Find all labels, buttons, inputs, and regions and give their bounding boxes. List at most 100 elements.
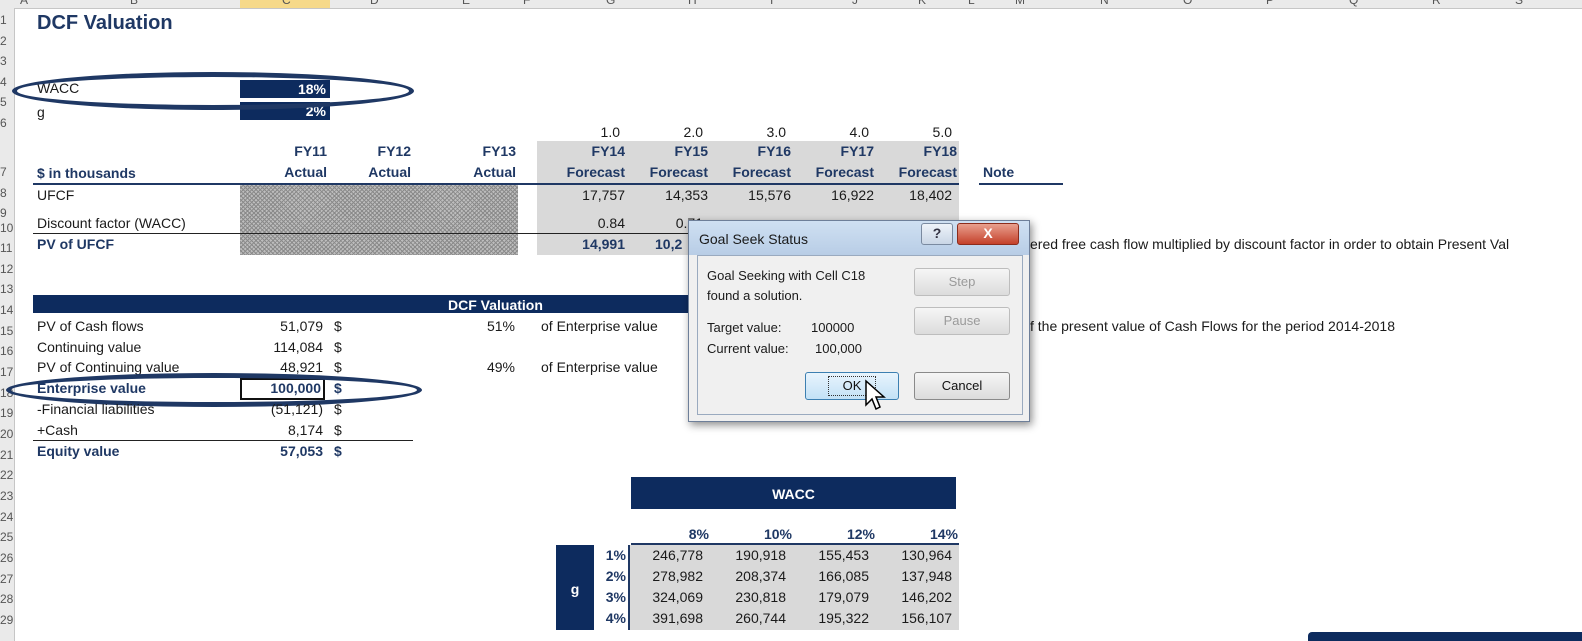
currency-symbol[interactable]: $: [334, 422, 342, 438]
ufcf-cell[interactable]: 18,402: [882, 187, 952, 203]
row-number[interactable]: 25: [0, 530, 13, 544]
type-header[interactable]: Forecast: [550, 164, 625, 180]
sensitivity-cell[interactable]: 130,964: [892, 547, 952, 563]
year-header[interactable]: FY14: [550, 143, 625, 159]
valuation-label[interactable]: +Cash: [37, 422, 78, 438]
valuation-value[interactable]: 114,084: [240, 339, 323, 355]
valuation-pct[interactable]: 49%: [455, 359, 515, 375]
ufcf-cell[interactable]: 17,757: [550, 187, 625, 203]
column-letter[interactable]: M: [1015, 0, 1025, 7]
sensitivity-cell[interactable]: 324,069: [643, 589, 703, 605]
cancel-button[interactable]: Cancel: [914, 372, 1010, 400]
column-letter[interactable]: J: [852, 0, 858, 7]
valuation-pct[interactable]: 51%: [455, 318, 515, 334]
column-letter[interactable]: G: [606, 0, 615, 7]
year-header[interactable]: FY11: [252, 143, 327, 159]
ufcf-cell[interactable]: 15,576: [716, 187, 791, 203]
sensitivity-row-header[interactable]: 2%: [596, 568, 626, 584]
discount-factor-cell[interactable]: 0.84: [550, 215, 625, 231]
row-number[interactable]: 7: [0, 165, 7, 179]
sheet-title[interactable]: DCF Valuation: [37, 12, 173, 35]
year-header[interactable]: FY18: [882, 143, 957, 159]
currency-symbol[interactable]: $: [334, 339, 342, 355]
type-header[interactable]: Forecast: [716, 164, 791, 180]
row-number[interactable]: 14: [0, 303, 13, 317]
currency-symbol[interactable]: $: [334, 318, 342, 334]
sensitivity-cell[interactable]: 230,818: [726, 589, 786, 605]
dialog-titlebar[interactable]: Goal Seek Status ? X: [689, 221, 1029, 255]
row-number[interactable]: 9: [0, 206, 7, 220]
row-number[interactable]: 11: [0, 241, 12, 255]
row-number[interactable]: 29: [0, 613, 13, 627]
row-number[interactable]: 13: [0, 282, 13, 296]
period-index[interactable]: 5.0: [892, 124, 952, 140]
valuation-label[interactable]: PV of Cash flows: [37, 318, 144, 334]
row-number[interactable]: 23: [0, 489, 13, 503]
g-label[interactable]: g: [37, 104, 45, 120]
currency-symbol[interactable]: $: [334, 401, 342, 417]
sensitivity-col-header[interactable]: 10%: [726, 526, 792, 542]
column-letter[interactable]: C: [282, 0, 291, 7]
sensitivity-cell[interactable]: 179,079: [809, 589, 869, 605]
sensitivity-cell[interactable]: 260,744: [726, 610, 786, 626]
sensitivity-col-header[interactable]: 12%: [809, 526, 875, 542]
row-number[interactable]: 16: [0, 344, 13, 358]
row-number[interactable]: 6: [0, 116, 7, 130]
column-letter[interactable]: K: [918, 0, 926, 7]
sensitivity-row-header[interactable]: 4%: [596, 610, 626, 626]
equity-value-cell[interactable]: 57,053: [240, 443, 323, 459]
step-button[interactable]: Step: [914, 268, 1010, 296]
column-letter[interactable]: Q: [1349, 0, 1358, 7]
ufcf-label[interactable]: UFCF: [37, 187, 74, 203]
pv-ufcf-cell[interactable]: 10,2: [655, 236, 682, 252]
column-letter[interactable]: S: [1515, 0, 1523, 7]
period-index[interactable]: 3.0: [726, 124, 786, 140]
valuation-label[interactable]: Continuing value: [37, 339, 141, 355]
row-number[interactable]: 22: [0, 468, 13, 482]
column-letter[interactable]: D: [370, 0, 379, 7]
units-label[interactable]: $ in thousands: [37, 165, 136, 181]
year-header[interactable]: FY16: [716, 143, 791, 159]
column-letter[interactable]: A: [20, 0, 28, 7]
column-letter[interactable]: E: [462, 0, 470, 7]
column-letter[interactable]: N: [1100, 0, 1109, 7]
type-header[interactable]: Actual: [441, 164, 516, 180]
column-letter[interactable]: B: [130, 0, 138, 7]
row-number[interactable]: 15: [0, 324, 13, 338]
equity-value-label[interactable]: Equity value: [37, 443, 119, 459]
row-number[interactable]: 17: [0, 365, 13, 379]
column-letter[interactable]: P: [1266, 0, 1274, 7]
column-letter[interactable]: L: [968, 0, 975, 7]
sensitivity-row-header[interactable]: 1%: [596, 547, 626, 563]
sensitivity-cell[interactable]: 155,453: [809, 547, 869, 563]
row-number[interactable]: 4: [0, 75, 7, 89]
valuation-value[interactable]: 51,079: [240, 318, 323, 334]
column-letter[interactable]: I: [770, 0, 773, 7]
row-number[interactable]: 3: [0, 54, 7, 68]
close-button[interactable]: X: [957, 223, 1019, 245]
period-index[interactable]: 4.0: [809, 124, 869, 140]
valuation-desc[interactable]: of Enterprise value: [541, 359, 658, 375]
row-number[interactable]: 12: [0, 262, 13, 276]
sensitivity-cell[interactable]: 137,948: [892, 568, 952, 584]
pause-button[interactable]: Pause: [914, 307, 1010, 335]
row-number[interactable]: 2: [0, 34, 7, 48]
sensitivity-cell[interactable]: 156,107: [892, 610, 952, 626]
sensitivity-col-header[interactable]: 14%: [892, 526, 958, 542]
sensitivity-cell[interactable]: 166,085: [809, 568, 869, 584]
period-index[interactable]: 2.0: [643, 124, 703, 140]
row-number[interactable]: 5: [0, 95, 7, 109]
help-button[interactable]: ?: [921, 223, 953, 245]
valuation-desc[interactable]: of Enterprise value: [541, 318, 658, 334]
row-number[interactable]: 1: [0, 13, 7, 27]
valuation-value[interactable]: (51,121): [240, 401, 323, 417]
valuation-label[interactable]: -Financial liabilities: [37, 401, 155, 417]
sensitivity-cell[interactable]: 146,202: [892, 589, 952, 605]
cf-note-text[interactable]: f the present value of Cash Flows for th…: [1030, 318, 1395, 334]
sensitivity-cell[interactable]: 391,698: [643, 610, 703, 626]
row-number[interactable]: 28: [0, 592, 13, 606]
row-number[interactable]: 24: [0, 510, 13, 524]
sensitivity-cell[interactable]: 195,322: [809, 610, 869, 626]
year-header[interactable]: FY12: [336, 143, 411, 159]
valuation-value[interactable]: 8,174: [240, 422, 323, 438]
